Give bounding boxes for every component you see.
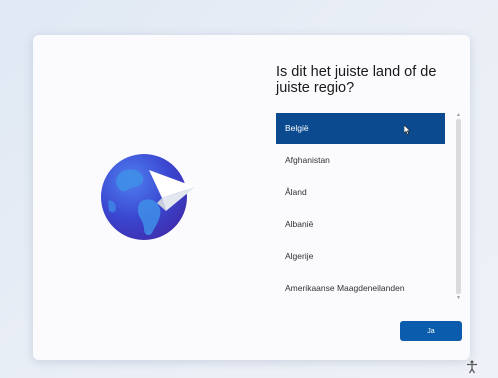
- list-item-label: Albanië: [285, 219, 314, 229]
- scroll-thumb[interactable]: [456, 119, 461, 294]
- list-item-algerije[interactable]: Algerije: [276, 240, 445, 272]
- list-item-amerikaanse-maagdeneilanden[interactable]: Amerikaanse Maagdeneilanden: [276, 272, 445, 301]
- list-item-label: Åland: [285, 187, 307, 197]
- confirm-button[interactable]: Ja: [400, 321, 462, 341]
- region-setup-card: Is dit het juiste land of de juiste regi…: [33, 35, 470, 360]
- list-item-label: Amerikaanse Maagdeneilanden: [285, 283, 405, 293]
- list-item-belgie[interactable]: België: [276, 113, 445, 144]
- list-item-label: België: [285, 123, 309, 133]
- scroll-up-icon[interactable]: ▲: [455, 112, 462, 118]
- list-item-aland[interactable]: Åland: [276, 176, 445, 208]
- scroll-down-icon[interactable]: ▼: [455, 295, 462, 301]
- list-item-label: Afghanistan: [285, 155, 330, 165]
- list-scrollbar[interactable]: ▲ ▼: [455, 112, 462, 301]
- list-item-label: Algerije: [285, 251, 314, 261]
- list-item-afghanistan[interactable]: Afghanistan: [276, 144, 445, 176]
- country-list[interactable]: België Afghanistan Åland Albanië Algerij…: [276, 112, 466, 301]
- list-item-albanie[interactable]: Albanië: [276, 208, 445, 240]
- accessibility-icon[interactable]: [466, 360, 478, 374]
- globe-icon: [100, 151, 200, 251]
- page-title: Is dit het juiste land of de juiste regi…: [276, 64, 437, 96]
- mouse-cursor-icon: [404, 125, 411, 135]
